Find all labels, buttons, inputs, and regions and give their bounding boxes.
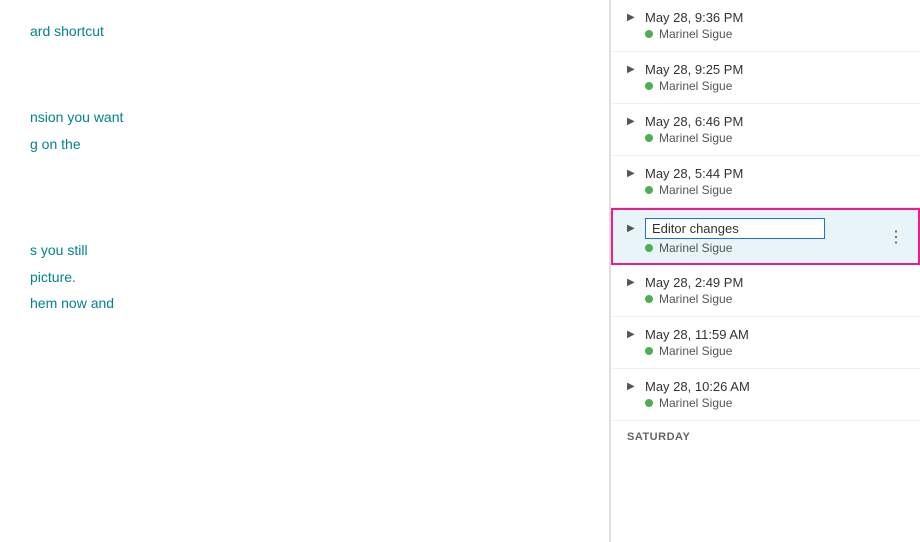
version-time: May 28, 6:46 PM: [645, 114, 743, 129]
content-link-4[interactable]: s you still: [30, 239, 579, 261]
chevron-icon: ▶: [627, 329, 639, 340]
author-dot: [645, 295, 653, 303]
content-link-1[interactable]: ard shortcut: [30, 20, 579, 42]
chevron-icon: ▶: [627, 116, 639, 127]
author-name: Marinel Sigue: [659, 344, 732, 358]
content-link-5[interactable]: picture.: [30, 266, 579, 288]
version-item[interactable]: ▶ May 28, 9:25 PM Marinel Sigue: [611, 52, 920, 104]
version-item-editing[interactable]: ▶ ⋮ Marinel Sigue: [611, 208, 920, 265]
section-label-saturday: SATURDAY: [611, 421, 920, 449]
content-link-3[interactable]: g on the: [30, 133, 579, 155]
version-time: May 28, 5:44 PM: [645, 166, 743, 181]
content-link-6[interactable]: hem now and: [30, 292, 579, 314]
author-dot: [645, 347, 653, 355]
author-dot: [645, 134, 653, 142]
author-name: Marinel Sigue: [659, 241, 732, 255]
author-dot: [645, 82, 653, 90]
author-name: Marinel Sigue: [659, 27, 732, 41]
author-name: Marinel Sigue: [659, 131, 732, 145]
author-dot: [645, 30, 653, 38]
version-time: May 28, 11:59 AM: [645, 327, 749, 342]
version-item[interactable]: ▶ May 28, 2:49 PM Marinel Sigue: [611, 265, 920, 317]
version-history-sidebar: ▶ May 28, 9:36 PM Marinel Sigue ▶ May 28…: [610, 0, 920, 542]
version-name-input[interactable]: [645, 218, 825, 239]
version-time: May 28, 10:26 AM: [645, 379, 750, 394]
editor-content-panel: ard shortcut nsion you want g on the s y…: [0, 0, 610, 542]
author-dot: [645, 186, 653, 194]
author-name: Marinel Sigue: [659, 292, 732, 306]
author-name: Marinel Sigue: [659, 183, 732, 197]
chevron-icon: ▶: [627, 64, 639, 75]
version-item[interactable]: ▶ May 28, 6:46 PM Marinel Sigue: [611, 104, 920, 156]
more-options-button[interactable]: ⋮: [884, 225, 908, 249]
version-item[interactable]: ▶ May 28, 11:59 AM Marinel Sigue: [611, 317, 920, 369]
chevron-icon: ▶: [627, 381, 639, 392]
version-time: May 28, 9:36 PM: [645, 10, 743, 25]
version-time: May 28, 2:49 PM: [645, 275, 743, 290]
chevron-icon: ▶: [627, 12, 639, 23]
chevron-icon: ▶: [627, 168, 639, 179]
chevron-icon: ▶: [627, 223, 639, 234]
author-name: Marinel Sigue: [659, 79, 732, 93]
author-dot: [645, 244, 653, 252]
author-dot: [645, 399, 653, 407]
version-item[interactable]: ▶ May 28, 10:26 AM Marinel Sigue: [611, 369, 920, 421]
version-item[interactable]: ▶ May 28, 5:44 PM Marinel Sigue: [611, 156, 920, 208]
chevron-icon: ▶: [627, 277, 639, 288]
content-link-2[interactable]: nsion you want: [30, 106, 579, 128]
version-item[interactable]: ▶ May 28, 9:36 PM Marinel Sigue: [611, 0, 920, 52]
author-name: Marinel Sigue: [659, 396, 732, 410]
version-time: May 28, 9:25 PM: [645, 62, 743, 77]
